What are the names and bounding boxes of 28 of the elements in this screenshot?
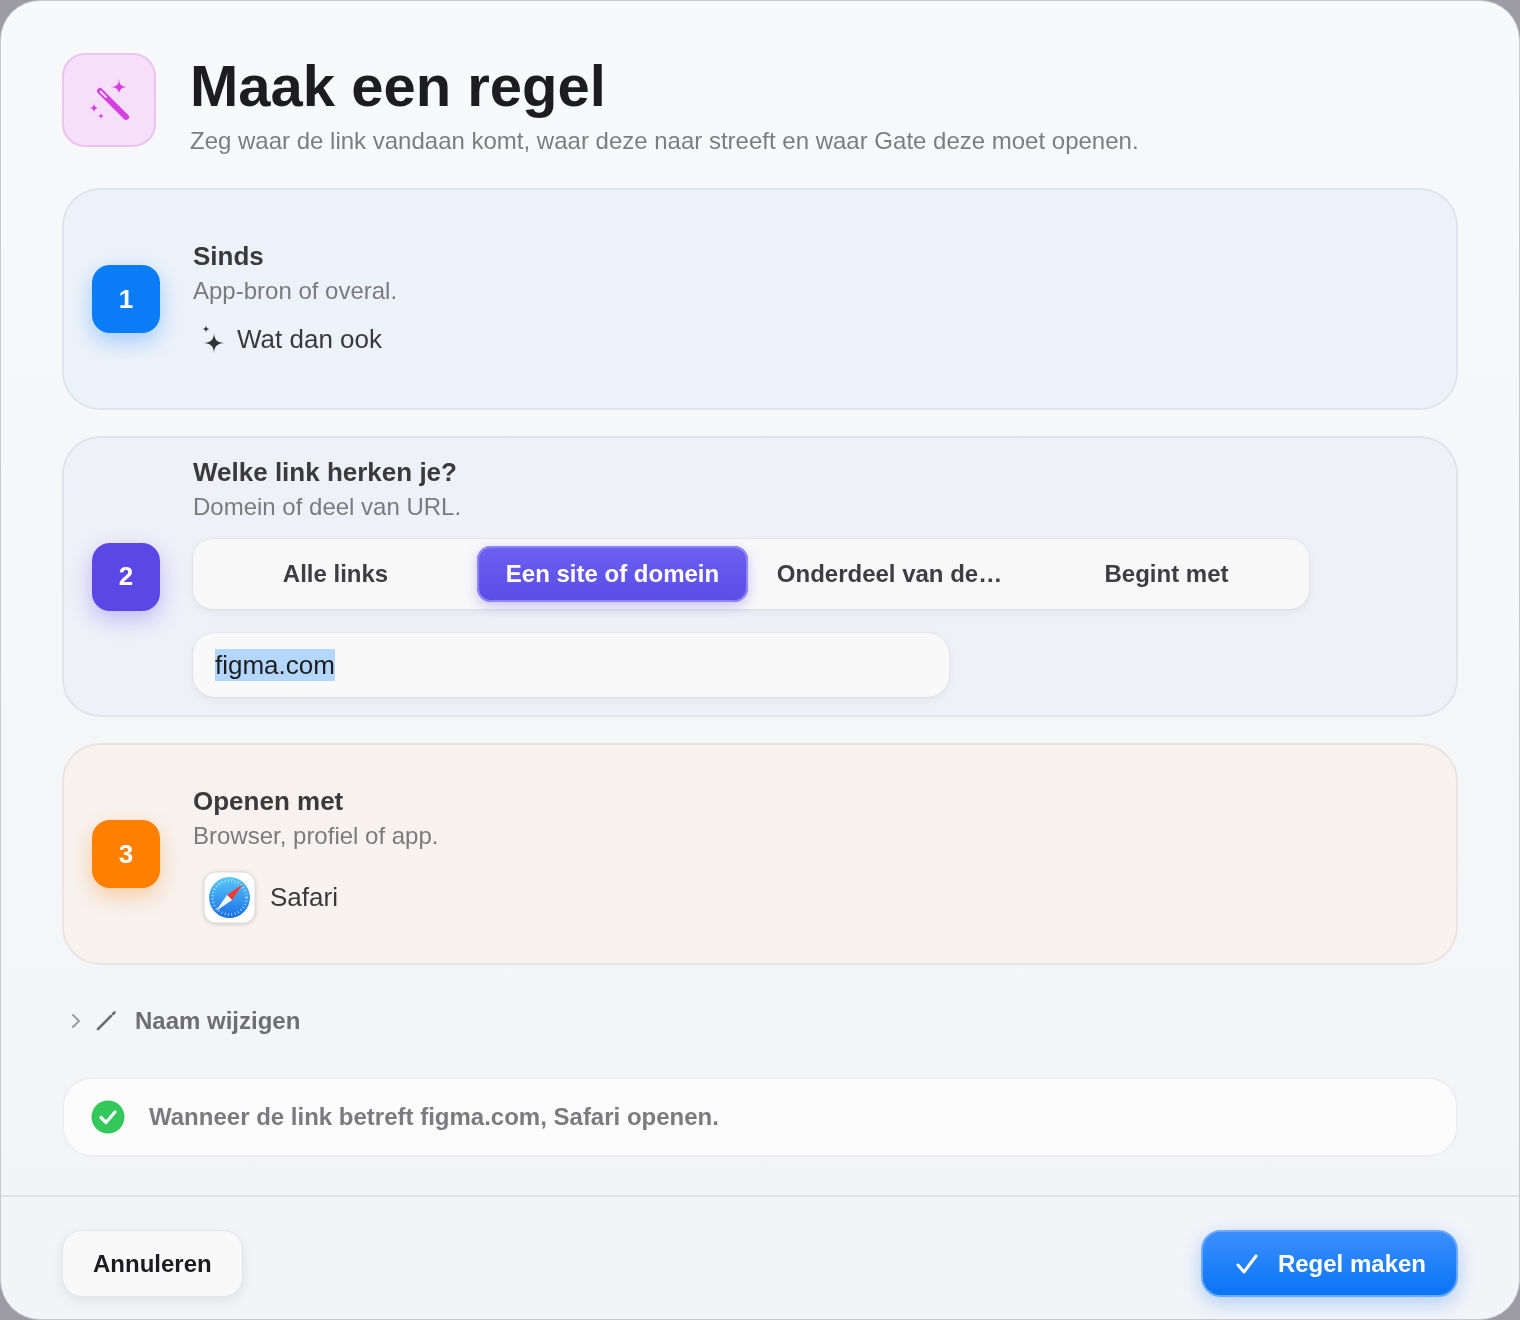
step-number-badge: 3 bbox=[92, 820, 160, 888]
step-description: App-bron of overal. bbox=[193, 276, 398, 306]
rename-disclosure[interactable]: Naam wijzigen bbox=[70, 1005, 301, 1037]
cancel-button[interactable]: Annuleren bbox=[62, 1230, 243, 1297]
step-description: Domein of deel van URL. bbox=[193, 492, 462, 522]
chevron-icon bbox=[70, 1012, 82, 1030]
step-number-badge: 1 bbox=[92, 265, 160, 333]
step-title: Welke link herken je? bbox=[193, 456, 457, 488]
source-value[interactable]: Wat dan ook bbox=[237, 323, 382, 355]
dialog-title: Maak een regel bbox=[190, 54, 607, 118]
step-title: Sinds bbox=[193, 240, 264, 272]
check-circle-icon bbox=[91, 1100, 125, 1134]
create-rule-button[interactable]: Regel maken bbox=[1200, 1230, 1458, 1297]
step-number-badge: 2 bbox=[92, 542, 160, 611]
segment-option[interactable]: Alle links bbox=[200, 546, 471, 602]
app-name[interactable]: Safari bbox=[270, 881, 338, 913]
segment-option[interactable]: Onderdeel van de… bbox=[754, 546, 1025, 602]
compass-app-icon bbox=[203, 870, 256, 924]
step-description: Browser, profiel of app. bbox=[193, 820, 439, 851]
summary-text: Wanneer de link betreft figma.com, Safari openen. bbox=[149, 1103, 719, 1131]
segment-option[interactable]: Een site of domein bbox=[477, 546, 748, 602]
field-value: figma.com bbox=[215, 649, 335, 681]
url-field[interactable]: figma.com bbox=[193, 633, 949, 697]
dialog-subtitle: Zeg waar de link vandaan komt, waar deze naar streeft en waar Gate deze moet openen. bbox=[190, 127, 1139, 155]
pencil-icon bbox=[95, 1010, 117, 1032]
magic-wand-icon bbox=[62, 53, 156, 147]
segment-option[interactable]: Begint met bbox=[1031, 546, 1302, 602]
step-title: Openen met bbox=[193, 784, 344, 817]
